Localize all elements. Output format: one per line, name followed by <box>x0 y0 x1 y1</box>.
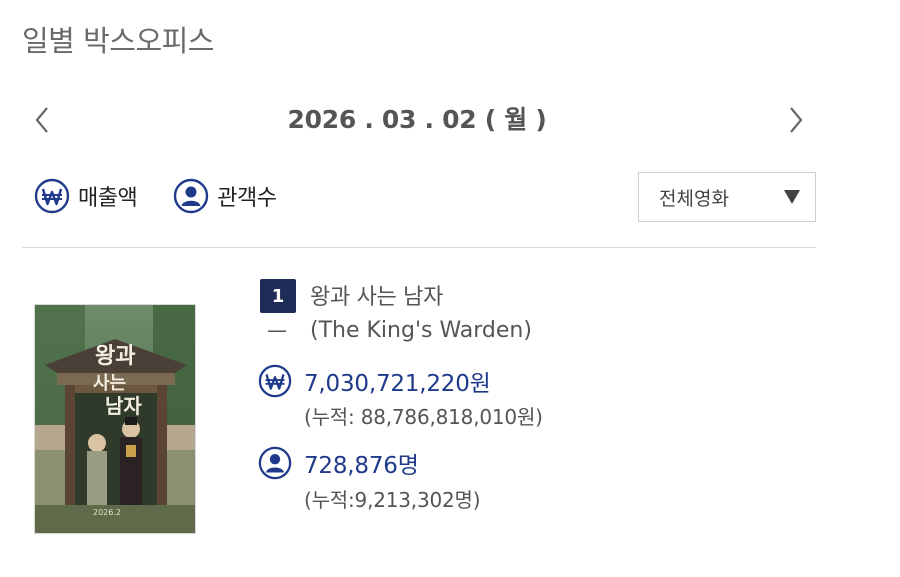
date-navigator: 2026 . 03 . 02 ( 월 ) <box>22 96 812 144</box>
won-icon <box>34 178 70 214</box>
section-divider <box>22 247 816 248</box>
sort-toggle-group: 매출액 관객수 <box>34 176 312 216</box>
poster-title-3: 남자 <box>105 394 142 418</box>
won-icon <box>258 364 292 398</box>
cumulative-sales-value: (누적: 88,786,818,010원) <box>304 405 543 429</box>
movie-title[interactable]: 왕과 사는 남자 <box>310 279 443 311</box>
triangle-down-icon <box>784 190 800 204</box>
audience-toggle[interactable]: 관객수 <box>173 178 277 214</box>
poster-image: 2026.2 왕과 사는 남자 <box>35 305 195 533</box>
movie-title-english: (The King's Warden) <box>310 318 532 343</box>
poster-title-2: 사는 <box>93 373 126 394</box>
daily-sales-value: 7,030,721,220원 <box>304 371 491 397</box>
daily-audience-value: 728,876명 <box>304 453 419 479</box>
audience-toggle-label: 관객수 <box>217 186 277 211</box>
movie-poster[interactable]: 2026.2 왕과 사는 남자 <box>34 304 196 534</box>
next-date-button[interactable] <box>782 102 810 138</box>
page-title: 일별 박스오피스 <box>22 24 214 58</box>
movie-filter-value: 전체영화 <box>659 188 729 210</box>
sales-toggle[interactable]: 매출액 <box>34 178 138 214</box>
person-icon <box>174 178 209 214</box>
cumulative-audience-value: (누적:9,213,302명) <box>304 488 481 512</box>
current-date: 2026 . 03 . 02 ( 월 ) <box>287 105 547 134</box>
svg-text:2026.2: 2026.2 <box>93 508 121 517</box>
movie-filter-select[interactable]: 전체영화 <box>638 172 816 222</box>
sales-toggle-label: 매출액 <box>78 186 138 211</box>
poster-title-1: 왕과 <box>95 343 135 369</box>
daily-box-office-page: 일별 박스오피스 2026 . 03 . 02 ( 월 ) 매출액 관객수 전체… <box>0 0 900 577</box>
rank-change: — <box>267 318 287 342</box>
chevron-right-icon <box>790 107 803 133</box>
rank-badge: 1 <box>260 279 296 313</box>
person-icon <box>258 446 292 480</box>
